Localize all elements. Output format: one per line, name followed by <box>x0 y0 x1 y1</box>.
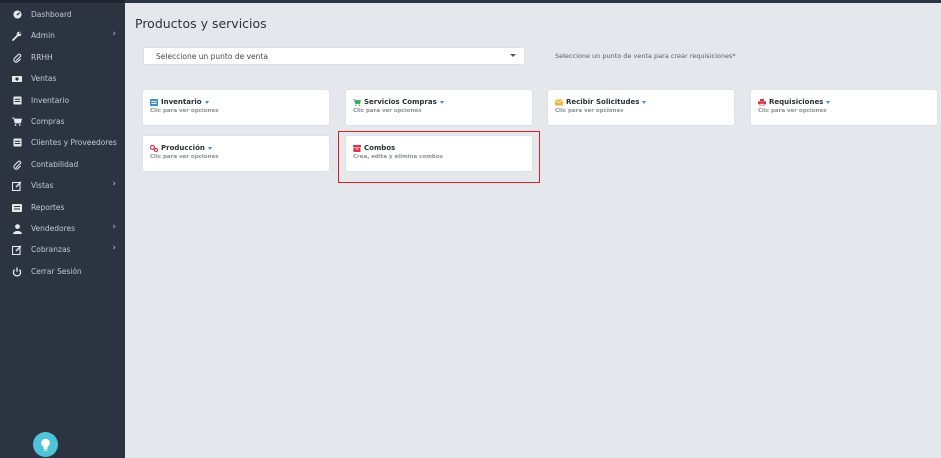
cash-icon <box>12 74 22 84</box>
caret-down-icon <box>204 100 209 104</box>
chevron-right-icon: › <box>112 222 116 232</box>
sidebar-item-cobranzas[interactable]: Cobranzas › <box>0 239 125 260</box>
sidebar-item-label: Contabilidad <box>31 160 79 169</box>
sidebar-item-label: Vistas <box>31 181 54 190</box>
sidebar-item-reportes[interactable]: Reportes <box>0 197 125 218</box>
sidebar-item-label: RRHH <box>31 53 53 62</box>
sidebar-item-label: Reportes <box>31 203 65 212</box>
sidebar-item-rrhh[interactable]: RRHH <box>0 47 125 68</box>
power-icon <box>12 267 22 277</box>
caret-down-icon <box>439 100 444 104</box>
punto-de-venta-select[interactable]: Seleccione un punto de venta <box>143 47 525 65</box>
card-subtitle: Clic para ver opciones <box>353 108 422 114</box>
user-icon <box>12 223 22 234</box>
card-subtitle: Crea, edita y elimina combos <box>353 154 443 160</box>
sidebar-item-ventas[interactable]: Ventas <box>0 68 125 89</box>
card-subtitle: Clic para ver opciones <box>150 154 219 160</box>
card-requisiciones[interactable]: Requisiciones Clic para ver opciones <box>751 90 937 125</box>
envelope-icon <box>555 99 563 105</box>
inventory-icon <box>150 98 158 106</box>
page-title: Productos y servicios <box>135 16 267 31</box>
card-title: Combos <box>364 144 396 152</box>
card-subtitle: Clic para ver opciones <box>758 108 827 114</box>
box-icon <box>12 138 22 148</box>
sidebar-item-label: Cobranzas <box>31 245 71 254</box>
cart-icon <box>353 98 361 106</box>
speedometer-icon <box>12 10 22 20</box>
card-title: Requisiciones <box>769 98 824 106</box>
lightbulb-icon <box>41 438 50 451</box>
sidebar-item-vendedores[interactable]: Vendedores › <box>0 218 125 239</box>
sidebar-item-label: Ventas <box>31 74 57 83</box>
gears-icon <box>150 144 158 152</box>
box-icon <box>12 96 22 106</box>
sidebar-item-label: Clientes y Proveedores <box>31 138 117 147</box>
sidebar-item-dashboard[interactable]: Dashboard <box>0 4 125 25</box>
chevron-right-icon: › <box>112 29 116 39</box>
sidebar-item-label: Inventario <box>31 96 70 105</box>
wrench-icon <box>12 31 22 41</box>
edit-icon <box>12 180 22 191</box>
printer-icon <box>758 98 766 106</box>
caret-down-icon <box>510 54 516 57</box>
sidebar-item-admin[interactable]: Admin › <box>0 25 125 46</box>
list-icon <box>12 203 22 213</box>
sidebar-item-label: Admin <box>31 31 55 40</box>
sidebar-item-clientes-proveedores[interactable]: Clientes y Proveedores <box>0 132 125 153</box>
card-subtitle: Clic para ver opciones <box>150 108 219 114</box>
sidebar-item-compras[interactable]: Compras <box>0 111 125 132</box>
combo-icon <box>353 144 361 152</box>
sidebar-item-contabilidad[interactable]: Contabilidad <box>0 154 125 175</box>
chevron-right-icon: › <box>112 243 116 253</box>
card-servicios-compras[interactable]: Servicios Compras Clic para ver opciones <box>346 90 532 125</box>
caret-down-icon <box>642 100 647 104</box>
card-produccion[interactable]: Producción Clic para ver opciones <box>143 136 329 171</box>
caret-down-icon <box>826 100 831 104</box>
caret-down-icon <box>207 146 212 150</box>
card-title: Producción <box>161 144 205 152</box>
chevron-right-icon: › <box>112 179 116 189</box>
sidebar-item-inventario[interactable]: Inventario <box>0 90 125 111</box>
cart-icon <box>12 117 22 127</box>
card-title: Servicios Compras <box>364 98 437 106</box>
paperclip-icon <box>12 160 22 170</box>
lightbulb-help-button[interactable] <box>33 432 58 457</box>
sidebar-item-label: Dashboard <box>31 10 72 19</box>
sidebar-item-label: Cerrar Sesión <box>31 267 82 276</box>
paperclip-icon <box>12 53 22 63</box>
sidebar-item-label: Vendedores <box>31 224 76 233</box>
sidebar: Dashboard Admin › RRHH Ventas Inventario… <box>0 0 125 458</box>
card-subtitle: Clic para ver opciones <box>555 108 624 114</box>
card-combos[interactable]: Combos Crea, edita y elimina combos <box>346 136 532 171</box>
sidebar-item-cerrar-sesion[interactable]: Cerrar Sesión <box>0 261 125 282</box>
top-bar <box>125 0 941 3</box>
sidebar-item-vistas[interactable]: Vistas › <box>0 175 125 196</box>
card-title: Recibir Solicitudes <box>566 98 640 106</box>
edit-icon <box>12 244 22 255</box>
sidebar-item-label: Compras <box>31 117 65 126</box>
select-value: Seleccione un punto de venta <box>156 51 268 61</box>
card-inventario[interactable]: Inventario Clic para ver opciones <box>143 90 329 125</box>
sidebar-top-edge <box>0 0 125 3</box>
card-title: Inventario <box>161 98 202 106</box>
select-hint: Seleccione un punto de venta para crear … <box>555 52 736 60</box>
card-recibir-solicitudes[interactable]: Recibir Solicitudes Clic para ver opcion… <box>548 90 734 125</box>
